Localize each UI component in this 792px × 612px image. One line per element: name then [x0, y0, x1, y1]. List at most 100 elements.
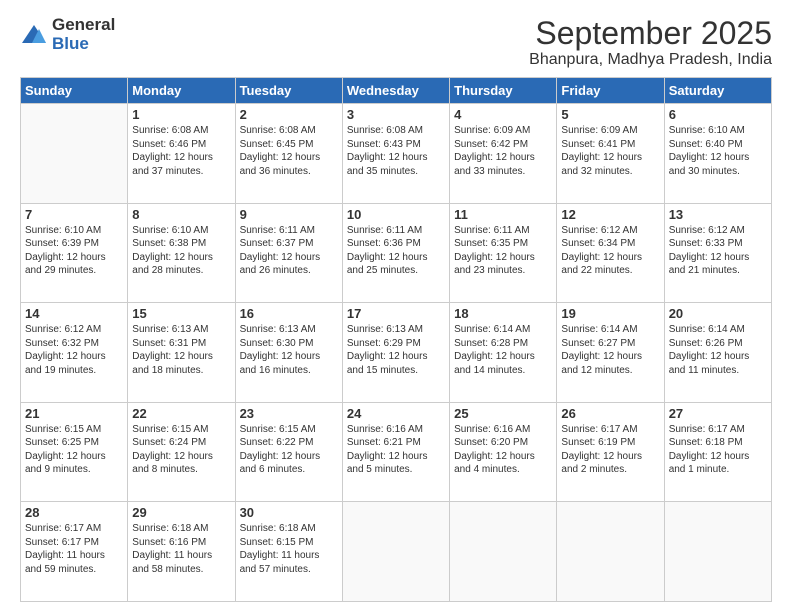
week-row-5: 28 Sunrise: 6:17 AM Sunset: 6:17 PM Dayli… [21, 502, 772, 602]
day-number: 26 [561, 406, 659, 421]
day-number: 17 [347, 306, 445, 321]
cell-w1-d3: 2 Sunrise: 6:08 AM Sunset: 6:45 PM Daylig… [235, 104, 342, 204]
cell-w3-d6: 19 Sunrise: 6:14 AM Sunset: 6:27 PM Dayli… [557, 303, 664, 403]
col-monday: Monday [128, 78, 235, 104]
day-number: 28 [25, 505, 123, 520]
day-info: Sunrise: 6:14 AM Sunset: 6:28 PM Dayligh… [454, 323, 552, 377]
cell-w4-d5: 25 Sunrise: 6:16 AM Sunset: 6:20 PM Dayli… [450, 402, 557, 502]
cell-w5-d2: 29Sunrise: 6:18 AM Sunset: 6:16 PM Dayli… [128, 502, 235, 602]
day-info: Sunrise: 6:18 AM Sunset: 6:16 PM Dayligh… [132, 522, 230, 576]
day-info: Sunrise: 6:11 AM Sunset: 6:36 PM Dayligh… [347, 224, 445, 278]
day-number: 25 [454, 406, 552, 421]
day-info: Sunrise: 6:13 AM Sunset: 6:29 PM Dayligh… [347, 323, 445, 377]
day-info: Sunrise: 6:10 AM Sunset: 6:40 PM Dayligh… [669, 124, 767, 178]
logo: General Blue [20, 16, 115, 53]
day-number: 6 [669, 107, 767, 122]
day-info: Sunrise: 6:14 AM Sunset: 6:26 PM Dayligh… [669, 323, 767, 377]
cell-w5-d5 [450, 502, 557, 602]
cell-w1-d7: 6 Sunrise: 6:10 AM Sunset: 6:40 PM Daylig… [664, 104, 771, 204]
cell-w3-d4: 17 Sunrise: 6:13 AM Sunset: 6:29 PM Dayli… [342, 303, 449, 403]
col-thursday: Thursday [450, 78, 557, 104]
day-info: Sunrise: 6:12 AM Sunset: 6:34 PM Dayligh… [561, 224, 659, 278]
cell-w3-d2: 15 Sunrise: 6:13 AM Sunset: 6:31 PM Dayli… [128, 303, 235, 403]
day-number: 10 [347, 207, 445, 222]
cell-w4-d2: 22 Sunrise: 6:15 AM Sunset: 6:24 PM Dayli… [128, 402, 235, 502]
week-row-3: 14Sunrise: 6:12 AM Sunset: 6:32 PM Dayli… [21, 303, 772, 403]
calendar-subtitle: Bhanpura, Madhya Pradesh, India [529, 51, 772, 69]
cell-w4-d1: 21 Sunrise: 6:15 AM Sunset: 6:25 PM Dayli… [21, 402, 128, 502]
day-info: Sunrise: 6:13 AM Sunset: 6:31 PM Dayligh… [132, 323, 230, 377]
day-number: 9 [240, 207, 338, 222]
cell-w2-d6: 12 Sunrise: 6:12 AM Sunset: 6:34 PM Dayli… [557, 203, 664, 303]
day-info: Sunrise: 6:08 AM Sunset: 6:45 PM Dayligh… [240, 124, 338, 178]
day-number: 13 [669, 207, 767, 222]
cell-w2-d5: 11Sunrise: 6:11 AM Sunset: 6:35 PM Dayli… [450, 203, 557, 303]
cell-w2-d7: 13 Sunrise: 6:12 AM Sunset: 6:33 PM Dayli… [664, 203, 771, 303]
day-info: Sunrise: 6:15 AM Sunset: 6:24 PM Dayligh… [132, 423, 230, 477]
cell-w1-d6: 5Sunrise: 6:09 AM Sunset: 6:41 PM Daylig… [557, 104, 664, 204]
day-number: 3 [347, 107, 445, 122]
cell-w1-d1 [21, 104, 128, 204]
cell-w4-d4: 24Sunrise: 6:16 AM Sunset: 6:21 PM Dayli… [342, 402, 449, 502]
day-number: 21 [25, 406, 123, 421]
logo-icon [20, 21, 48, 49]
day-info: Sunrise: 6:16 AM Sunset: 6:20 PM Dayligh… [454, 423, 552, 477]
cell-w3-d5: 18 Sunrise: 6:14 AM Sunset: 6:28 PM Dayli… [450, 303, 557, 403]
title-area: September 2025 Bhanpura, Madhya Pradesh,… [529, 16, 772, 69]
cell-w3-d7: 20 Sunrise: 6:14 AM Sunset: 6:26 PM Dayli… [664, 303, 771, 403]
cell-w1-d5: 4 Sunrise: 6:09 AM Sunset: 6:42 PM Daylig… [450, 104, 557, 204]
day-number: 20 [669, 306, 767, 321]
day-number: 18 [454, 306, 552, 321]
cell-w4-d3: 23 Sunrise: 6:15 AM Sunset: 6:22 PM Dayli… [235, 402, 342, 502]
day-number: 12 [561, 207, 659, 222]
day-number: 30 [240, 505, 338, 520]
cell-w5-d4 [342, 502, 449, 602]
day-number: 2 [240, 107, 338, 122]
day-info: Sunrise: 6:08 AM Sunset: 6:46 PM Dayligh… [132, 124, 230, 178]
day-info: Sunrise: 6:17 AM Sunset: 6:17 PM Dayligh… [25, 522, 123, 576]
day-info: Sunrise: 6:08 AM Sunset: 6:43 PM Dayligh… [347, 124, 445, 178]
day-number: 11 [454, 207, 552, 222]
logo-general-text: General [52, 16, 115, 35]
day-info: Sunrise: 6:10 AM Sunset: 6:38 PM Dayligh… [132, 224, 230, 278]
cell-w5-d6 [557, 502, 664, 602]
day-number: 8 [132, 207, 230, 222]
cell-w5-d1: 28 Sunrise: 6:17 AM Sunset: 6:17 PM Dayli… [21, 502, 128, 602]
cell-w2-d3: 9 Sunrise: 6:11 AM Sunset: 6:37 PM Daylig… [235, 203, 342, 303]
day-info: Sunrise: 6:16 AM Sunset: 6:21 PM Dayligh… [347, 423, 445, 477]
day-number: 23 [240, 406, 338, 421]
col-friday: Friday [557, 78, 664, 104]
col-sunday: Sunday [21, 78, 128, 104]
week-row-2: 7 Sunrise: 6:10 AM Sunset: 6:39 PM Daylig… [21, 203, 772, 303]
day-info: Sunrise: 6:09 AM Sunset: 6:42 PM Dayligh… [454, 124, 552, 178]
day-info: Sunrise: 6:15 AM Sunset: 6:22 PM Dayligh… [240, 423, 338, 477]
day-number: 19 [561, 306, 659, 321]
day-info: Sunrise: 6:18 AM Sunset: 6:15 PM Dayligh… [240, 522, 338, 576]
calendar-table: Sunday Monday Tuesday Wednesday Thursday… [20, 77, 772, 602]
day-number: 14 [25, 306, 123, 321]
cell-w1-d4: 3 Sunrise: 6:08 AM Sunset: 6:43 PM Daylig… [342, 104, 449, 204]
cell-w2-d4: 10 Sunrise: 6:11 AM Sunset: 6:36 PM Dayli… [342, 203, 449, 303]
page: General Blue September 2025 Bhanpura, Ma… [0, 0, 792, 612]
cell-w4-d6: 26 Sunrise: 6:17 AM Sunset: 6:19 PM Dayli… [557, 402, 664, 502]
day-number: 15 [132, 306, 230, 321]
week-row-1: 1 Sunrise: 6:08 AM Sunset: 6:46 PM Daylig… [21, 104, 772, 204]
day-number: 7 [25, 207, 123, 222]
week-row-4: 21 Sunrise: 6:15 AM Sunset: 6:25 PM Dayli… [21, 402, 772, 502]
day-info: Sunrise: 6:11 AM Sunset: 6:37 PM Dayligh… [240, 224, 338, 278]
calendar-title: September 2025 [529, 16, 772, 51]
day-info: Sunrise: 6:12 AM Sunset: 6:33 PM Dayligh… [669, 224, 767, 278]
col-saturday: Saturday [664, 78, 771, 104]
day-number: 22 [132, 406, 230, 421]
cell-w5-d3: 30 Sunrise: 6:18 AM Sunset: 6:15 PM Dayli… [235, 502, 342, 602]
day-number: 1 [132, 107, 230, 122]
day-info: Sunrise: 6:17 AM Sunset: 6:19 PM Dayligh… [561, 423, 659, 477]
day-number: 4 [454, 107, 552, 122]
header: General Blue September 2025 Bhanpura, Ma… [20, 16, 772, 69]
header-row: Sunday Monday Tuesday Wednesday Thursday… [21, 78, 772, 104]
cell-w4-d7: 27Sunrise: 6:17 AM Sunset: 6:18 PM Dayli… [664, 402, 771, 502]
day-info: Sunrise: 6:15 AM Sunset: 6:25 PM Dayligh… [25, 423, 123, 477]
cell-w3-d3: 16Sunrise: 6:13 AM Sunset: 6:30 PM Dayli… [235, 303, 342, 403]
day-info: Sunrise: 6:14 AM Sunset: 6:27 PM Dayligh… [561, 323, 659, 377]
day-info: Sunrise: 6:10 AM Sunset: 6:39 PM Dayligh… [25, 224, 123, 278]
